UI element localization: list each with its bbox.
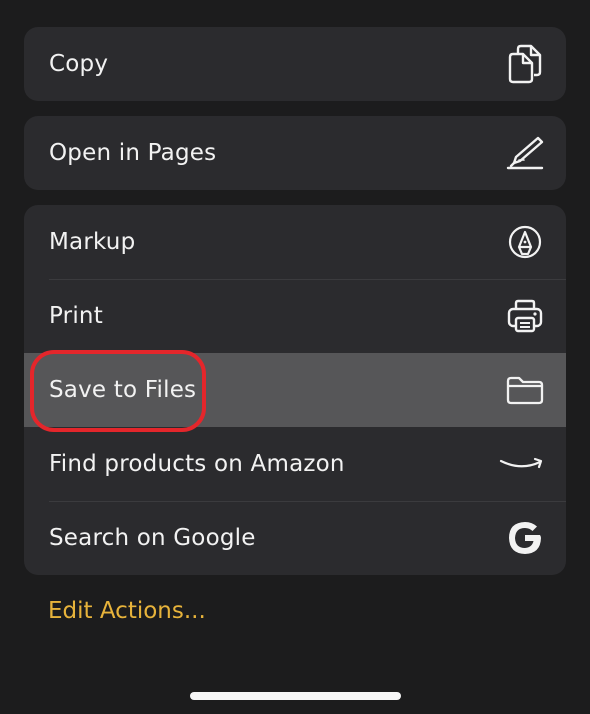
- markup-action[interactable]: Markup: [24, 205, 566, 279]
- save-to-files-label: Save to Files: [49, 377, 197, 403]
- search-google-action[interactable]: Search on Google: [24, 501, 566, 575]
- open-in-pages-label: Open in Pages: [49, 140, 217, 166]
- copy-label: Copy: [49, 51, 109, 77]
- folder-icon: [504, 369, 546, 411]
- find-on-amazon-action[interactable]: Find products on Amazon: [24, 427, 566, 501]
- share-sheet-screen: Copy Open in Pages Markup Print Save to …: [0, 0, 590, 714]
- action-group-pages: Open in Pages: [24, 116, 566, 190]
- copy-icon: [504, 43, 546, 85]
- action-group-main: Markup Print Save to Files Find products…: [24, 205, 566, 575]
- action-group-copy: Copy: [24, 27, 566, 101]
- markup-pen-icon: [504, 221, 546, 263]
- home-indicator[interactable]: [190, 692, 401, 700]
- amazon-smile-icon: [498, 443, 546, 485]
- printer-icon: [504, 295, 546, 337]
- pages-pen-icon: [504, 132, 546, 174]
- copy-action[interactable]: Copy: [24, 27, 566, 101]
- print-action[interactable]: Print: [24, 279, 566, 353]
- search-google-label: Search on Google: [49, 525, 256, 551]
- print-label: Print: [49, 303, 103, 329]
- google-g-icon: [504, 517, 546, 559]
- find-on-amazon-label: Find products on Amazon: [49, 451, 345, 477]
- edit-actions-link[interactable]: Edit Actions...: [48, 598, 206, 624]
- save-to-files-action[interactable]: Save to Files: [24, 353, 566, 427]
- markup-label: Markup: [49, 229, 136, 255]
- open-in-pages-action[interactable]: Open in Pages: [24, 116, 566, 190]
